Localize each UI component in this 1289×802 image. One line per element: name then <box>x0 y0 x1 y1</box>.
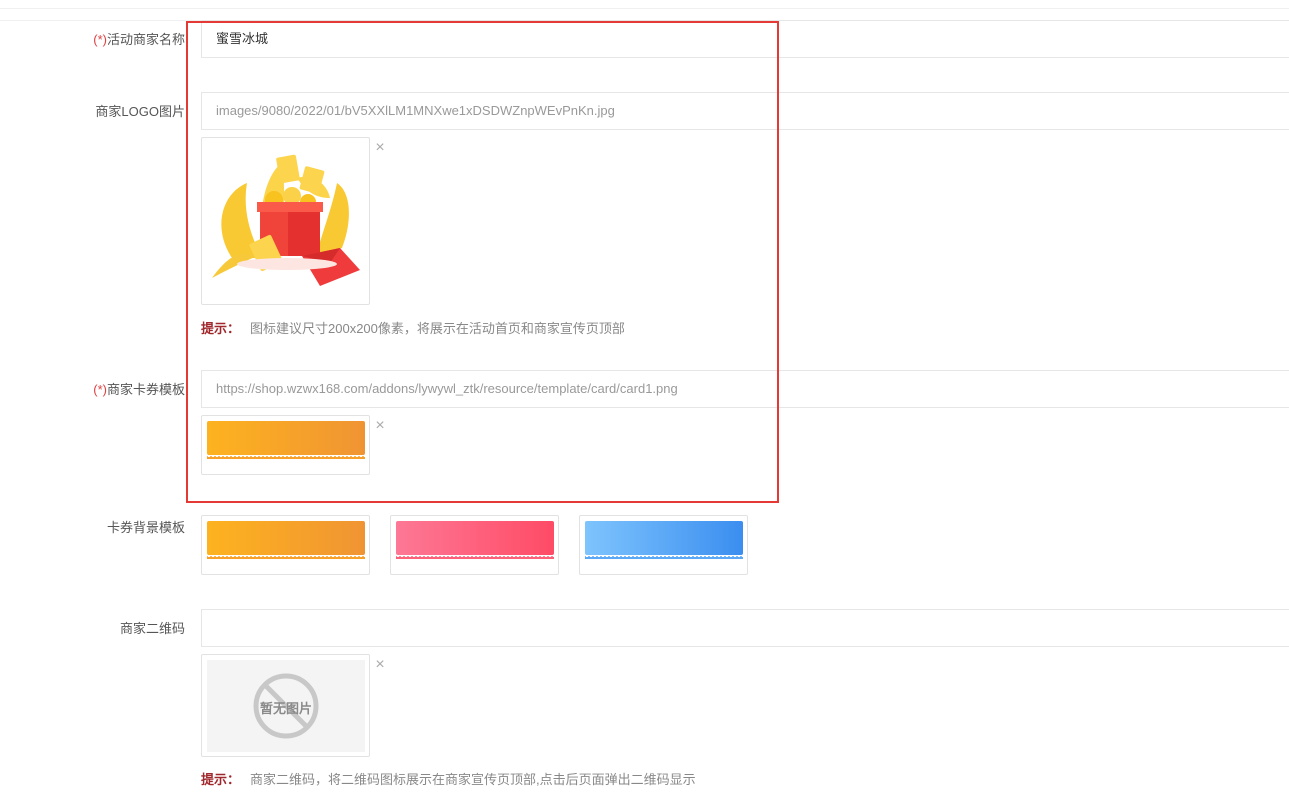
logo-label: 商家LOGO图片 <box>95 104 185 119</box>
required-mark: (*) <box>93 32 107 47</box>
logo-path-input[interactable]: images/9080/2022/01/bV5XXlLM1MNXwe1xDSDW… <box>201 92 1289 130</box>
ticket-image <box>396 521 554 559</box>
red-envelope-gift-image <box>212 154 360 286</box>
qrcode-path-input[interactable] <box>201 609 1289 647</box>
required-mark: (*) <box>93 382 107 397</box>
merchant-name-label: (*)活动商家名称 <box>93 32 185 47</box>
coupon-background-option-orange[interactable] <box>201 515 370 575</box>
qrcode-image-preview: 暂无图片 <box>201 654 370 757</box>
coupon-background-option-blue[interactable] <box>579 515 748 575</box>
hint-prefix: 提示： <box>201 772 241 787</box>
qrcode-hint: 提示： 商家二维码，将二维码图标展示在商家宣传页顶部,点击后页面弹出二维码显示 <box>201 772 696 787</box>
ticket-image <box>207 521 365 559</box>
logo-hint: 提示： 图标建议尺寸200x200像素，将展示在活动首页和商家宣传页顶部 <box>201 321 625 336</box>
coupon-template-remove-icon[interactable]: × <box>373 418 387 434</box>
top-divider <box>0 8 1289 9</box>
logo-remove-icon[interactable]: × <box>373 140 387 156</box>
qrcode-label: 商家二维码 <box>119 621 185 636</box>
merchant-name-input[interactable]: 蜜雪冰城 <box>201 20 1289 58</box>
no-image-text: 暂无图片 <box>259 701 312 716</box>
coupon-template-input[interactable]: https://shop.wzwx168.com/addons/lywywl_z… <box>201 370 1289 408</box>
coupon-background-label: 卡券背景模板 <box>106 520 185 535</box>
coupon-template-preview <box>201 415 370 475</box>
coupon-template-label: (*)商家卡券模板 <box>93 382 185 397</box>
coupon-background-option-pink[interactable] <box>390 515 559 575</box>
coupon-template-image <box>207 421 365 459</box>
no-image-placeholder: 暂无图片 <box>207 660 365 752</box>
logo-image-preview <box>201 137 370 305</box>
ticket-image <box>585 521 743 559</box>
hint-prefix: 提示： <box>201 321 241 336</box>
qrcode-remove-icon[interactable]: × <box>373 657 387 673</box>
